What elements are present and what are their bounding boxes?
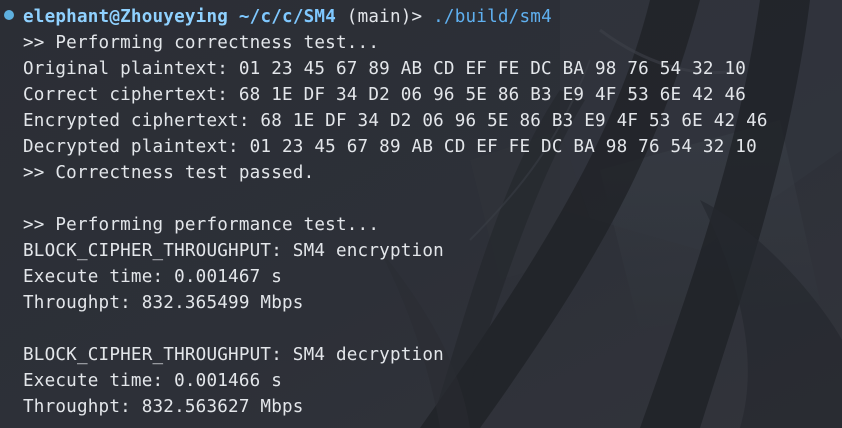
output-line: Encrypted ciphertext: 68 1E DF 34 D2 06 … xyxy=(23,111,768,131)
output-line: Decrypted plaintext: 01 23 45 67 89 AB C… xyxy=(23,137,757,157)
prompt-line: elephant@Zhouyeying ~/c/c/SM4 (main)> ./… xyxy=(23,4,552,30)
output-line: Original plaintext: 01 23 45 67 89 AB CD… xyxy=(23,59,747,79)
output-line: BLOCK_CIPHER_THROUGHPUT: SM4 decryption xyxy=(23,345,444,365)
prompt-command: ./build/sm4 xyxy=(433,7,552,27)
output-line: Throughpt: 832.365499 Mbps xyxy=(23,293,304,313)
output-line: Execute time: 0.001466 s xyxy=(23,371,283,391)
output-line: Throughpt: 832.563627 Mbps xyxy=(23,397,304,417)
status-dot-icon xyxy=(4,10,14,20)
output-line: Execute time: 0.001467 s xyxy=(23,267,283,287)
terminal-window[interactable]: elephant@Zhouyeying ~/c/c/SM4 (main)> ./… xyxy=(0,0,842,428)
output-line: Correct ciphertext: 68 1E DF 34 D2 06 96… xyxy=(23,85,747,105)
prompt-user-host: elephant@Zhouyeying xyxy=(23,7,229,27)
output-line: >> Performing performance test... xyxy=(23,215,380,235)
output-line: BLOCK_CIPHER_THROUGHPUT: SM4 encryption xyxy=(23,241,444,261)
prompt-branch: (main)> xyxy=(346,7,423,27)
output-line: >> Performing correctness test... xyxy=(23,33,380,53)
output-line: >> Correctness test passed. xyxy=(23,163,315,183)
prompt-path: ~/c/c/SM4 xyxy=(238,7,336,27)
